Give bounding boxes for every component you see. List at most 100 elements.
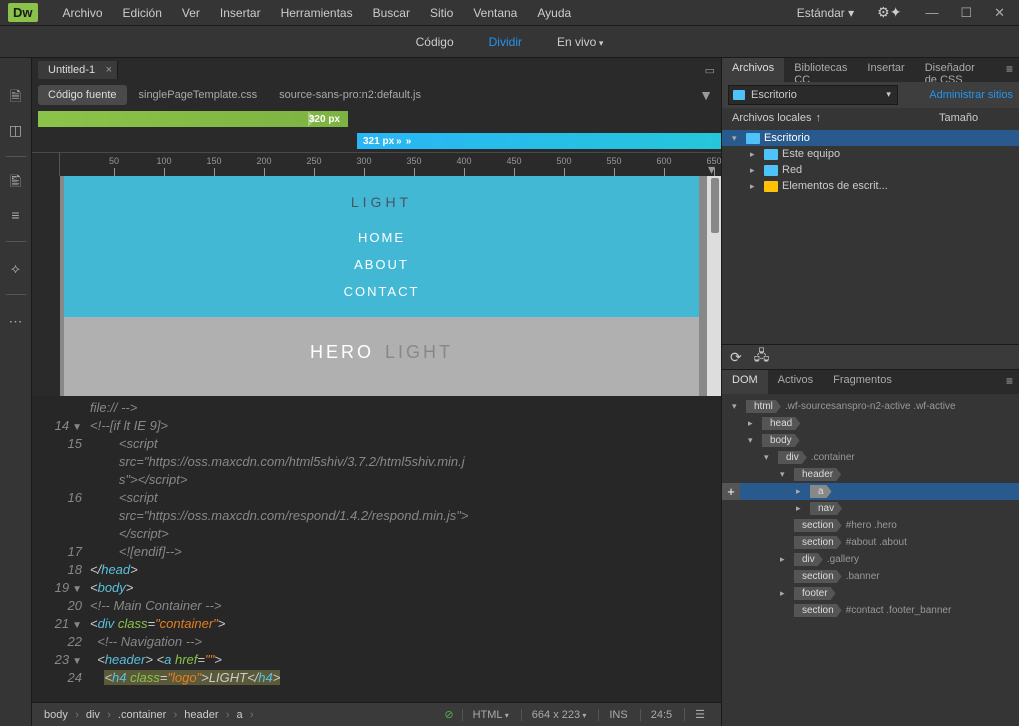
menu-insertar[interactable]: Insertar: [210, 6, 271, 20]
tab-insertar[interactable]: Insertar: [857, 58, 914, 82]
code-line[interactable]: 19▼<body>: [32, 580, 721, 598]
workspace-selector[interactable]: Estándar ▾: [782, 6, 869, 20]
source-code-button[interactable]: Código fuente: [38, 85, 127, 105]
dom-tree-row[interactable]: ▾div.container: [722, 449, 1019, 466]
status-insert-mode[interactable]: INS: [598, 709, 637, 721]
column-name: Archivos locales ↑: [732, 112, 939, 124]
close-tab-icon[interactable]: ×: [106, 64, 112, 76]
site-selector[interactable]: Escritorio: [728, 85, 898, 105]
files-panel-tabs: Archivos Bibliotecas CC Insertar Diseñad…: [722, 58, 1019, 82]
dom-tree-row[interactable]: ▾header: [722, 466, 1019, 483]
dom-tree-row[interactable]: ▾body: [722, 432, 1019, 449]
code-line[interactable]: 17 <![endif]-->: [32, 544, 721, 562]
crumb-a[interactable]: a: [231, 706, 253, 724]
filter-icon[interactable]: ▼: [691, 87, 721, 103]
no-errors-icon[interactable]: ⊘: [438, 708, 459, 721]
file-tree-row[interactable]: ▸Este equipo: [722, 146, 1019, 162]
status-bar: body div .container header a ⊘ HTML 664 …: [32, 702, 721, 726]
dom-tree-row[interactable]: +▸a: [722, 483, 1019, 500]
status-options-icon[interactable]: ☰: [684, 708, 715, 721]
dom-tree-row[interactable]: section#contact .footer_banner: [722, 602, 1019, 619]
code-line[interactable]: 16 <script: [32, 490, 721, 508]
file-tree-row[interactable]: ▾Escritorio: [722, 130, 1019, 146]
dom-tree-row[interactable]: ▸div.gallery: [722, 551, 1019, 568]
window-minimize[interactable]: ―: [919, 5, 944, 21]
sync-settings-icon[interactable]: ⚙✦: [869, 4, 909, 21]
code-line[interactable]: </script>: [32, 526, 721, 544]
menu-ayuda[interactable]: Ayuda: [527, 6, 581, 20]
media-query-320[interactable]: 320 px: [38, 111, 348, 127]
media-query-321[interactable]: 321 px »»: [357, 133, 721, 149]
code-line[interactable]: file:// -->: [32, 400, 721, 418]
css-inspect-icon[interactable]: 🖺: [6, 173, 26, 193]
window-maximize[interactable]: ☐: [954, 5, 978, 21]
code-line[interactable]: 15 <script: [32, 436, 721, 454]
menu-herramientas[interactable]: Herramientas: [271, 6, 363, 20]
window-close[interactable]: ✕: [988, 5, 1011, 21]
more-tools-icon[interactable]: ⋯: [6, 311, 26, 331]
code-line[interactable]: 14▼<!--[if lt IE 9]>: [32, 418, 721, 436]
view-mode-code[interactable]: Código: [406, 31, 464, 53]
code-editor[interactable]: file:// -->14▼<!--[if lt IE 9]>15 <scrip…: [32, 396, 721, 702]
code-line[interactable]: 18</head>: [32, 562, 721, 580]
menu-sitio[interactable]: Sitio: [420, 6, 463, 20]
file-manage-icon[interactable]: 🗎: [6, 88, 26, 108]
crumb-container[interactable]: .container: [112, 706, 176, 724]
code-line[interactable]: src="https://oss.maxcdn.com/respond/1.4.…: [32, 508, 721, 526]
code-line[interactable]: 21▼<div class="container">: [32, 616, 721, 634]
view-mode-split[interactable]: Dividir: [479, 31, 532, 53]
extract-icon[interactable]: ◫: [6, 120, 26, 140]
file-tree-row[interactable]: ▸Elementos de escrit...: [722, 178, 1019, 194]
format-icon[interactable]: ≡: [6, 205, 26, 225]
menu-edicion[interactable]: Edición: [113, 6, 172, 20]
app-logo: Dw: [8, 3, 38, 22]
crumb-body[interactable]: body: [38, 706, 78, 724]
file-tree-row[interactable]: ▸Red: [722, 162, 1019, 178]
menu-buscar[interactable]: Buscar: [363, 6, 420, 20]
code-line[interactable]: 22 <!-- Navigation -->: [32, 634, 721, 652]
related-file-js[interactable]: source-sans-pro:n2:default.js: [269, 85, 431, 105]
add-element-button[interactable]: +: [722, 483, 740, 500]
tab-css-designer[interactable]: Diseñador de CSS: [915, 58, 1000, 82]
dom-tree-row[interactable]: ▾html.wf-sourcesanspro-n2-active .wf-act…: [722, 398, 1019, 415]
preview-scrollbar[interactable]: [707, 176, 721, 396]
doc-options-icon[interactable]: ▭: [699, 64, 721, 77]
dom-tree-row[interactable]: section.banner: [722, 568, 1019, 585]
view-mode-live[interactable]: En vivo: [547, 31, 613, 53]
files-panel-options-icon[interactable]: ≡: [1000, 58, 1019, 82]
live-options-icon[interactable]: ⟡: [6, 258, 26, 278]
code-line[interactable]: 20<!-- Main Container -->: [32, 598, 721, 616]
dom-tree-row[interactable]: ▸head: [722, 415, 1019, 432]
menu-ventana[interactable]: Ventana: [463, 6, 527, 20]
code-line[interactable]: 24 <h4 class="logo">LIGHT</h4>: [32, 670, 721, 688]
sort-up-icon[interactable]: ↑: [815, 112, 821, 124]
tab-archivos[interactable]: Archivos: [722, 58, 784, 82]
related-file-css[interactable]: singlePageTemplate.css: [129, 85, 268, 105]
code-line[interactable]: 23▼ <header> <a href="">: [32, 652, 721, 670]
crumb-div[interactable]: div: [80, 706, 110, 724]
code-line[interactable]: s"></script>: [32, 472, 721, 490]
column-size[interactable]: Tamaño: [939, 112, 1009, 124]
status-lang[interactable]: HTML: [462, 709, 519, 721]
code-line[interactable]: src="https://oss.maxcdn.com/html5shiv/3.…: [32, 454, 721, 472]
tab-bibliotecas[interactable]: Bibliotecas CC: [784, 58, 857, 82]
document-tab[interactable]: Untitled-1 ×: [38, 61, 118, 79]
dom-tree-row[interactable]: section#hero .hero: [722, 517, 1019, 534]
tab-fragmentos[interactable]: Fragmentos: [823, 370, 902, 394]
preview-canvas[interactable]: LIGHT HOME ABOUT CONTACT HERO LIGHT: [64, 176, 699, 396]
crumb-header[interactable]: header: [178, 706, 228, 724]
right-panels: Archivos Bibliotecas CC Insertar Diseñad…: [721, 58, 1019, 726]
dom-tree-row[interactable]: ▸nav: [722, 500, 1019, 517]
dom-tree-row[interactable]: section#about .about: [722, 534, 1019, 551]
refresh-icon[interactable]: ⟳: [730, 349, 742, 366]
sync-icon[interactable]: 🖧: [754, 345, 770, 369]
tab-dom[interactable]: DOM: [722, 370, 768, 394]
tab-activos[interactable]: Activos: [768, 370, 823, 394]
menu-ver[interactable]: Ver: [172, 6, 210, 20]
status-size[interactable]: 664 x 223: [521, 709, 597, 721]
files-panel-footer: ⟳ 🖧: [722, 344, 1019, 370]
menu-archivo[interactable]: Archivo: [53, 6, 113, 20]
dom-tree-row[interactable]: ▸footer: [722, 585, 1019, 602]
dom-panel-options-icon[interactable]: ≡: [1000, 370, 1019, 394]
manage-sites-link[interactable]: Administrar sitios: [929, 89, 1013, 101]
